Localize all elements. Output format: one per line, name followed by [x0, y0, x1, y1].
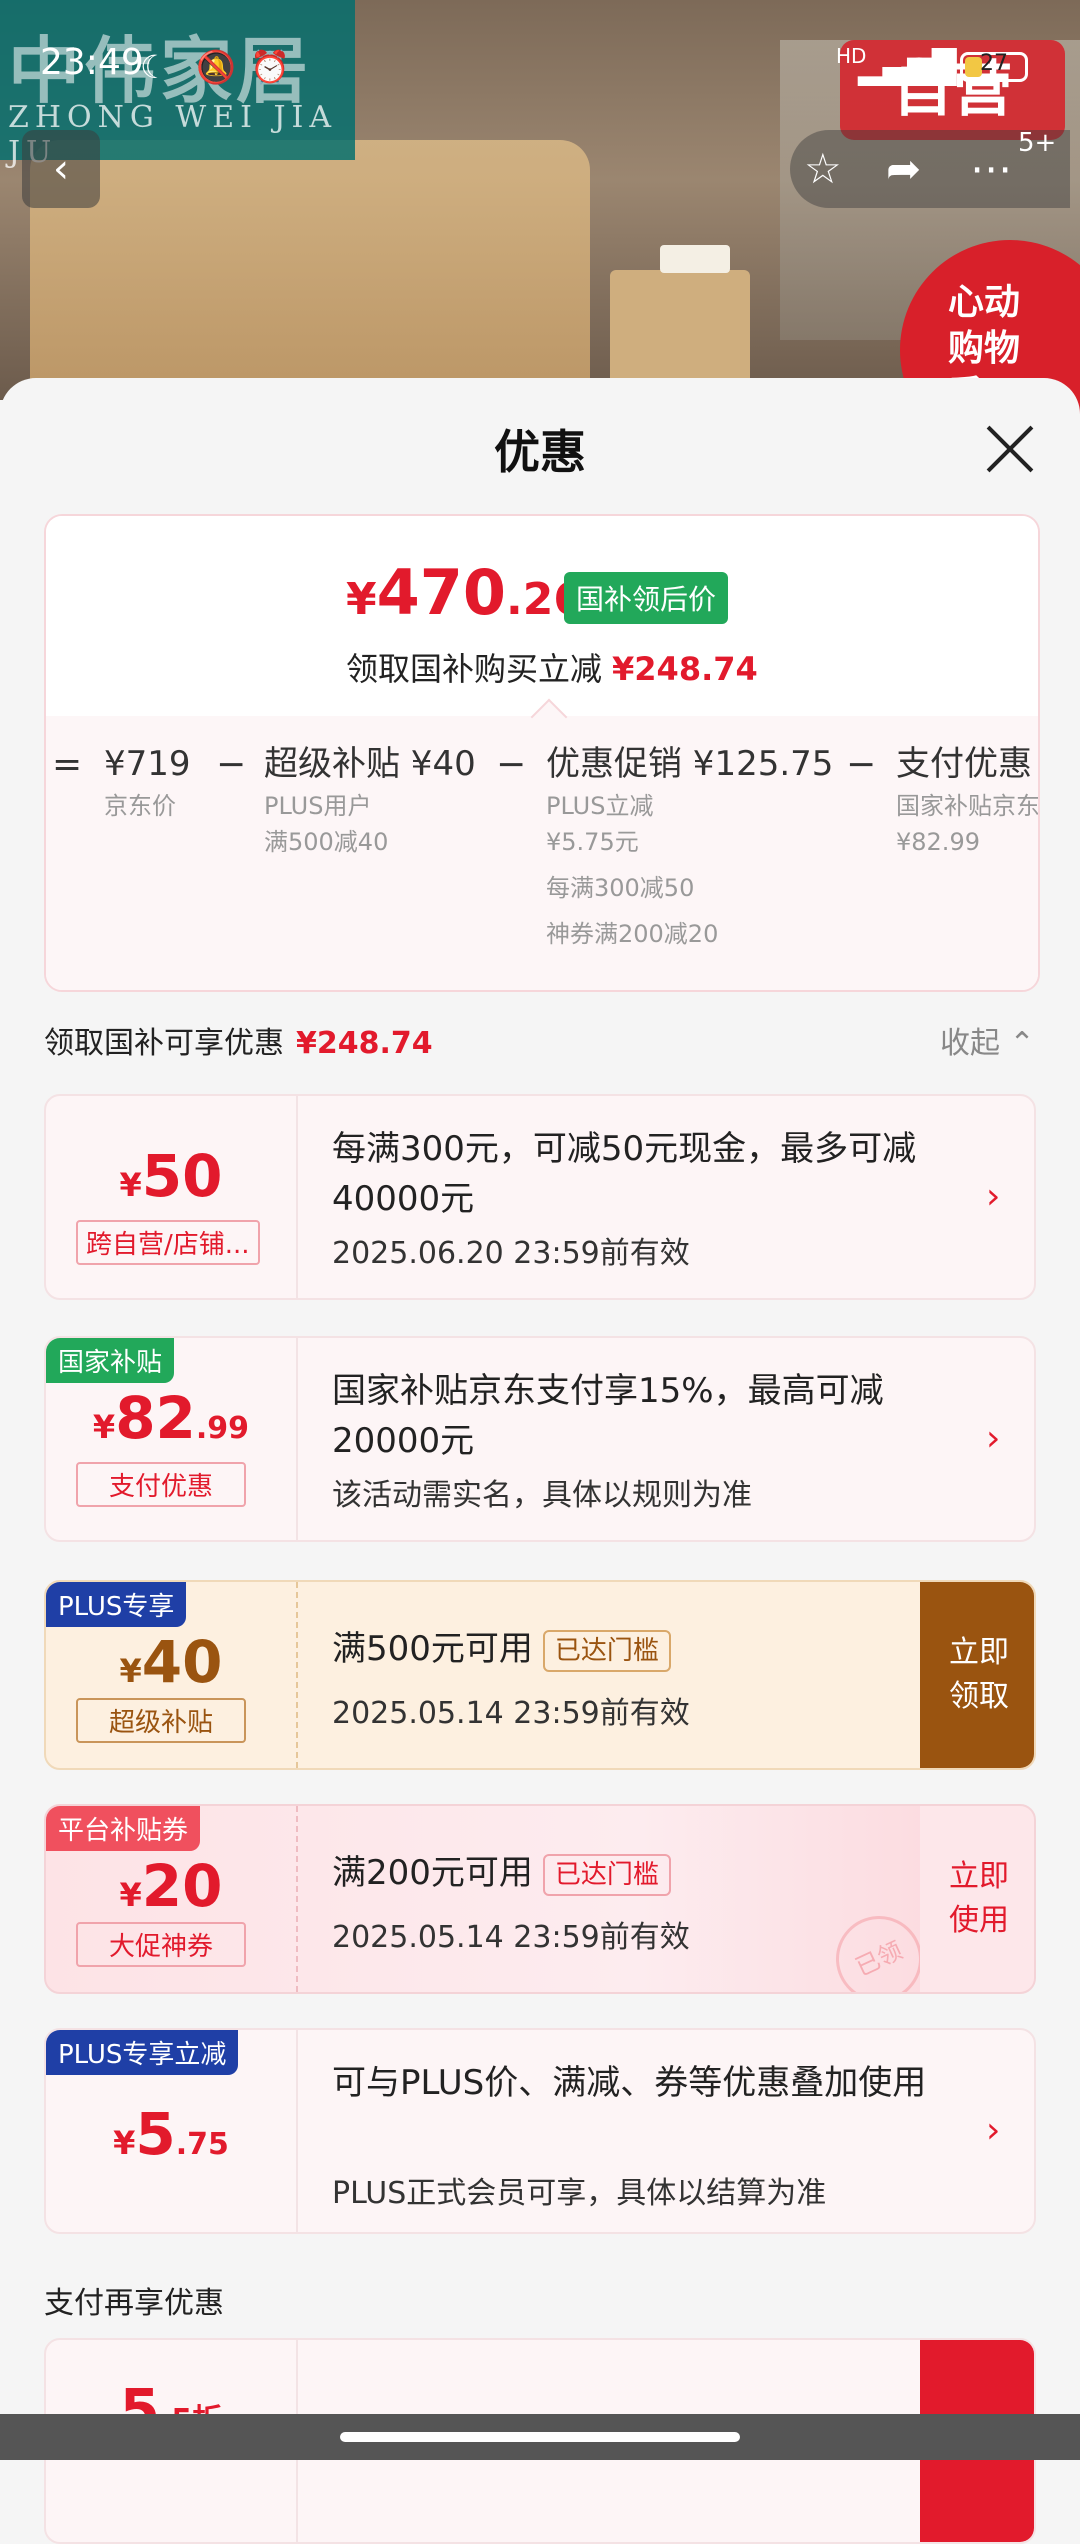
coupon-description: 每满300元，可减50元现金，最多可减40000元	[332, 1129, 917, 1219]
status-time: 23:49	[40, 42, 144, 83]
more-icon[interactable]: ⋯	[970, 144, 1012, 193]
equals-sign: =	[52, 744, 83, 785]
threshold-reached-badge: 已达门槛	[542, 1853, 671, 1896]
status-bar: 23:49 ☾ 🔕 ⏰ HD ▂▄▆█ ◠ 27	[0, 0, 1080, 120]
alarm-icon: ⏰	[250, 48, 290, 86]
home-indicator[interactable]	[340, 2432, 740, 2442]
coupon-note: 该活动需实名，具体以规则为准	[332, 1478, 752, 1513]
section-gov-discount: 领取国补可享优惠 ¥248.74	[44, 1026, 433, 1061]
subsidy-line: 领取国补购买立减 ¥248.74	[346, 650, 758, 688]
coupon-description: 国家补贴京东支付享15%，最高可减20000元	[332, 1371, 884, 1461]
photo-bed	[30, 140, 590, 400]
plus-tag: PLUS专享	[46, 1582, 187, 1627]
coupon-note: PLUS正式会员可享，具体以结算为准	[332, 2176, 827, 2211]
close-icon[interactable]	[980, 418, 1040, 478]
gov-subsidy-tag: 国补领后价	[564, 572, 729, 624]
breakdown-jd-price: ¥719 京东价	[104, 744, 191, 820]
breakdown-promo: 优惠促销 ¥125.75 PLUS立减 ¥5.75元 每满300减50 神券满2…	[546, 744, 834, 948]
chevron-right-icon[interactable]: ›	[986, 1418, 1000, 1459]
coupon-expiry: 2025.06.20 23:59前有效	[332, 1236, 690, 1271]
section-payment-discount: 支付再享优惠	[44, 2286, 224, 2321]
coupon-card-plus-instant[interactable]: PLUS专享立减 ¥5.75 可与PLUS价、满减、券等优惠叠加使用 PLUS正…	[44, 2028, 1036, 2234]
coupon-card-platform[interactable]: 平台补贴券 ¥20 大促神券 满200元可用 已达门槛 2025.05.14 23…	[44, 1804, 1036, 1994]
coupon-card-full-reduction[interactable]: ¥50 跨自营/店铺... 每满300元，可减50元现金，最多可减40000元 …	[44, 1094, 1036, 1300]
back-button[interactable]: ‹	[22, 130, 100, 208]
wifi-icon: ◠	[905, 48, 933, 86]
national-subsidy-tag: 国家补贴	[46, 1338, 175, 1383]
coupon-condition: 满200元可用 已达门槛	[332, 1848, 952, 1898]
price-breakdown: = ¥719 京东价 − 超级补贴 ¥40 PLUS用户 满500减40 − 优…	[46, 716, 1038, 990]
chevron-right-icon[interactable]: ›	[986, 1176, 1000, 1217]
subsidy-amount: ¥248.74	[612, 650, 758, 688]
photo-book	[660, 245, 730, 273]
claim-now-button[interactable]: 立即领取	[920, 1582, 1034, 1768]
price-summary: ¥470.26 国补领后价 领取国补购买立减 ¥248.74 = ¥719 京东价…	[44, 514, 1040, 992]
coupon-card-national-subsidy[interactable]: 国家补贴 ¥82.99 支付优惠 国家补贴京东支付享15%，最高可减20000元…	[44, 1336, 1036, 1542]
coupon-type-label: 大促神券	[76, 1922, 246, 1967]
star-icon[interactable]: ☆	[804, 144, 842, 193]
final-price: ¥470.26	[346, 556, 584, 629]
coupon-type-label: 支付优惠	[76, 1462, 246, 1507]
mute-icon: 🔕	[196, 48, 236, 86]
coupon-type-label: 超级补贴	[76, 1698, 246, 1743]
battery-icon: 27	[960, 51, 1028, 82]
platform-subsidy-tag: 平台补贴券	[46, 1806, 201, 1851]
coupon-expiry: 2025.05.14 23:59前有效	[332, 1920, 690, 1955]
coupon-condition: 满500元可用 已达门槛	[332, 1624, 952, 1674]
share-icon[interactable]: ➦	[886, 144, 921, 193]
cart-count: 5+	[1018, 128, 1057, 158]
breakdown-payment: 支付优惠 国家补贴京东 ¥82.99	[896, 744, 1040, 856]
chevron-right-icon[interactable]: ›	[986, 2110, 1000, 2151]
promo-badge: 心动购物季	[900, 240, 1080, 460]
coupon-card-plus[interactable]: PLUS专享 ¥40 超级补贴 满500元可用 已达门槛 2025.05.14 2…	[44, 1580, 1036, 1770]
sheet-title: 优惠	[494, 425, 586, 479]
threshold-reached-badge: 已达门槛	[542, 1629, 671, 1672]
breakdown-super-subsidy: 超级补贴 ¥40 PLUS用户 满500减40	[264, 744, 476, 856]
use-now-button[interactable]: 立即使用	[920, 1806, 1034, 1992]
discount-sheet: 优惠 ¥470.26 国补领后价 领取国补购买立减 ¥248.74 = ¥719 …	[0, 378, 1080, 2544]
battery-level: 27	[980, 51, 1008, 76]
coupon-type-label: 跨自营/店铺...	[76, 1220, 260, 1265]
coupon-expiry: 2025.05.14 23:59前有效	[332, 1696, 690, 1731]
plus-instant-tag: PLUS专享立减	[46, 2030, 239, 2075]
coupon-description: 可与PLUS价、满减、券等优惠叠加使用	[332, 2063, 927, 2103]
moon-icon: ☾	[140, 48, 169, 86]
collapse-button[interactable]: 收起 ⌃	[940, 1018, 1035, 1062]
claimed-stamp: 已领	[821, 1901, 937, 1992]
